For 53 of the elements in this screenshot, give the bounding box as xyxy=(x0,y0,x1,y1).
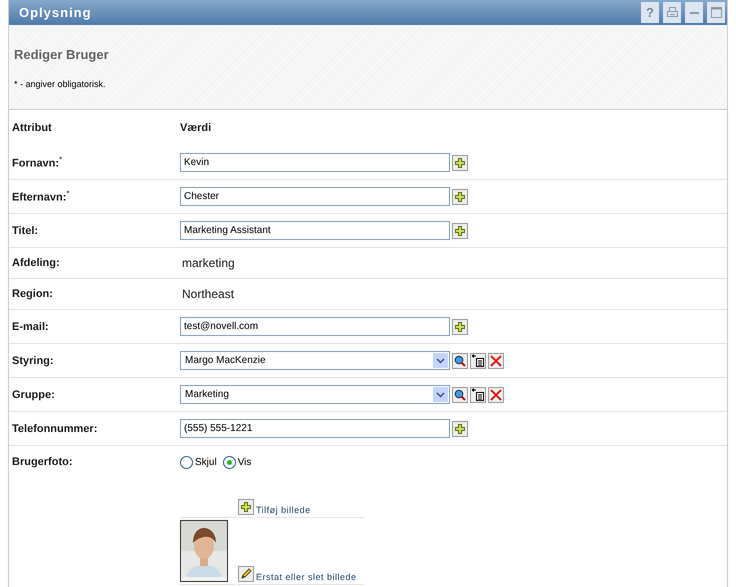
add-button[interactable] xyxy=(452,154,468,170)
page-title: Rediger Bruger xyxy=(14,46,110,62)
history-button[interactable] xyxy=(470,386,486,402)
history-button[interactable] xyxy=(470,352,486,368)
field-label: Afdeling: xyxy=(12,257,61,269)
add-button[interactable] xyxy=(452,188,468,204)
window-title: Oplysning xyxy=(19,5,92,20)
add-button[interactable] xyxy=(452,420,468,436)
search-button[interactable] xyxy=(452,352,468,368)
column-header: Attribut xyxy=(12,122,53,134)
plus-icon xyxy=(455,158,465,168)
field-label: Efternavn:$^{*}$ xyxy=(12,189,71,204)
field-label: Telefonnummer: xyxy=(12,422,98,434)
plus-icon xyxy=(455,322,465,332)
plus-icon xyxy=(455,226,465,236)
required-note: * - angiver obligatorisk. xyxy=(14,79,107,89)
search-button[interactable] xyxy=(452,386,468,402)
printer-icon xyxy=(666,7,678,18)
input-field[interactable]: Marketing Assistant xyxy=(180,221,450,240)
add-button[interactable] xyxy=(238,499,254,515)
field-value: Northeast xyxy=(181,287,234,301)
input-field[interactable]: Chester xyxy=(180,187,450,206)
field-label: Brugerfoto: xyxy=(12,456,74,468)
minimize-icon xyxy=(690,12,698,14)
add-button[interactable] xyxy=(452,318,468,334)
caret-icon xyxy=(433,353,448,368)
edit-button[interactable] xyxy=(238,566,254,582)
dropdown-field[interactable]: Marketing xyxy=(180,385,450,404)
field-label: E-mail: xyxy=(12,320,50,332)
input-field[interactable]: test@novell.com xyxy=(180,317,450,336)
delete-button[interactable] xyxy=(488,386,504,402)
caret-icon xyxy=(433,387,448,402)
add-picture-link[interactable]: Tilføj billede xyxy=(256,505,311,515)
radio-option[interactable]: Vis xyxy=(222,456,252,469)
radio-dot-icon xyxy=(226,460,232,465)
dropdown-field[interactable]: Margo MacKenzie xyxy=(180,351,450,370)
replace-picture-link[interactable]: Erstat eller slet billede xyxy=(256,572,357,582)
field-label: Region: xyxy=(12,288,54,300)
radio-option[interactable]: Skjul xyxy=(180,456,217,469)
field-label: Titel: xyxy=(12,224,40,236)
column-header: Værdi xyxy=(180,122,212,134)
field-value: marketing xyxy=(181,256,235,270)
field-label: Styring: xyxy=(12,354,55,366)
field-label: Fornavn:$^{*}$ xyxy=(12,155,64,170)
field-label: Gruppe: xyxy=(12,388,56,400)
input-field[interactable]: Kevin xyxy=(180,153,450,172)
input-field[interactable]: (555) 555-1221 xyxy=(180,419,450,438)
plus-icon xyxy=(455,424,465,434)
plus-icon xyxy=(241,502,251,512)
delete-button[interactable] xyxy=(488,352,504,368)
plus-icon xyxy=(455,192,465,202)
maximize-icon xyxy=(710,7,722,18)
add-button[interactable] xyxy=(452,222,468,238)
